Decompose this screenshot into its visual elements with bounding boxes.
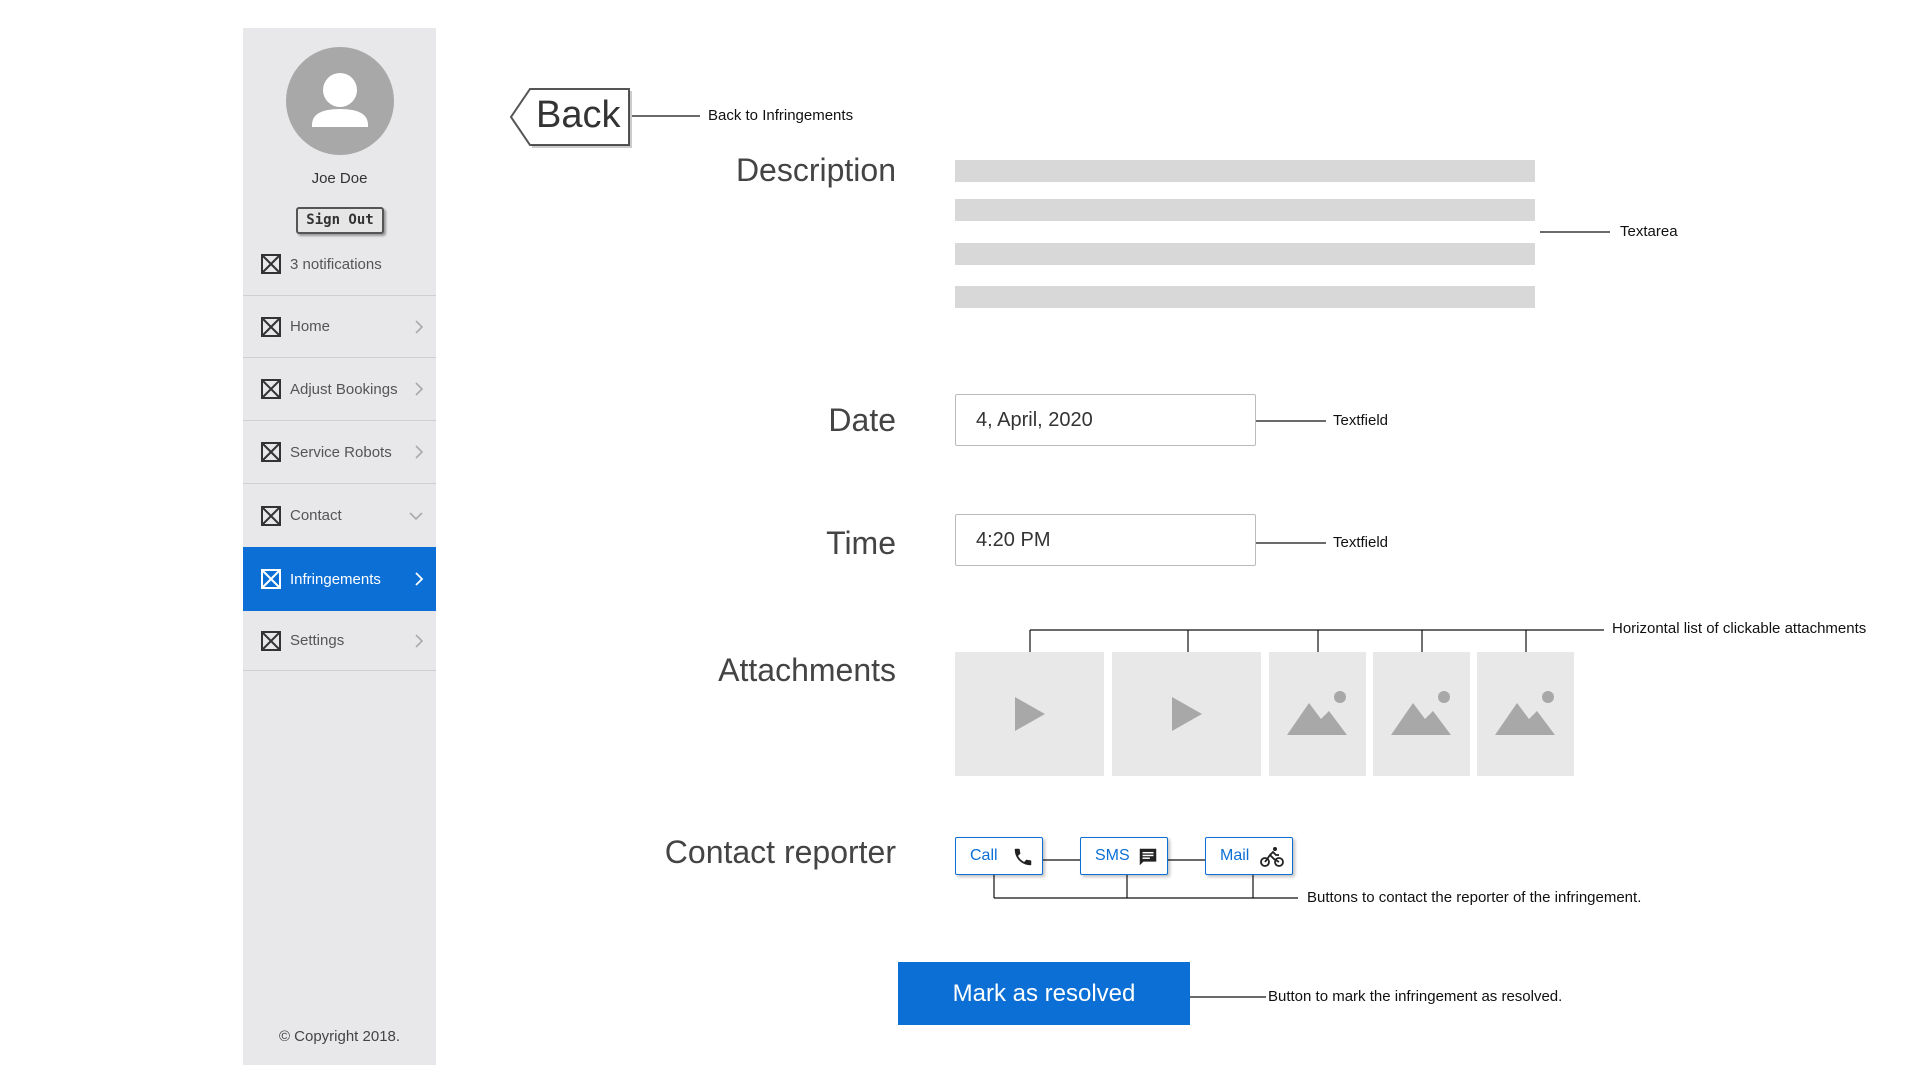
annotation-resolve: Button to mark the infringement as resol…: [1268, 988, 1563, 1005]
annotation-time-field: Textfield: [1333, 534, 1389, 551]
annotation-date-field: Textfield: [1333, 412, 1389, 429]
annotation-contact: Buttons to contact the reporter of the i…: [1307, 889, 1642, 906]
annotation-attachments: Horizontal list of clickable attachments: [1612, 620, 1867, 637]
annotation-lines: [632, 115, 1610, 998]
annotation-textarea: Textarea: [1620, 223, 1678, 240]
annotation-back: Back to Infringements: [708, 107, 854, 124]
